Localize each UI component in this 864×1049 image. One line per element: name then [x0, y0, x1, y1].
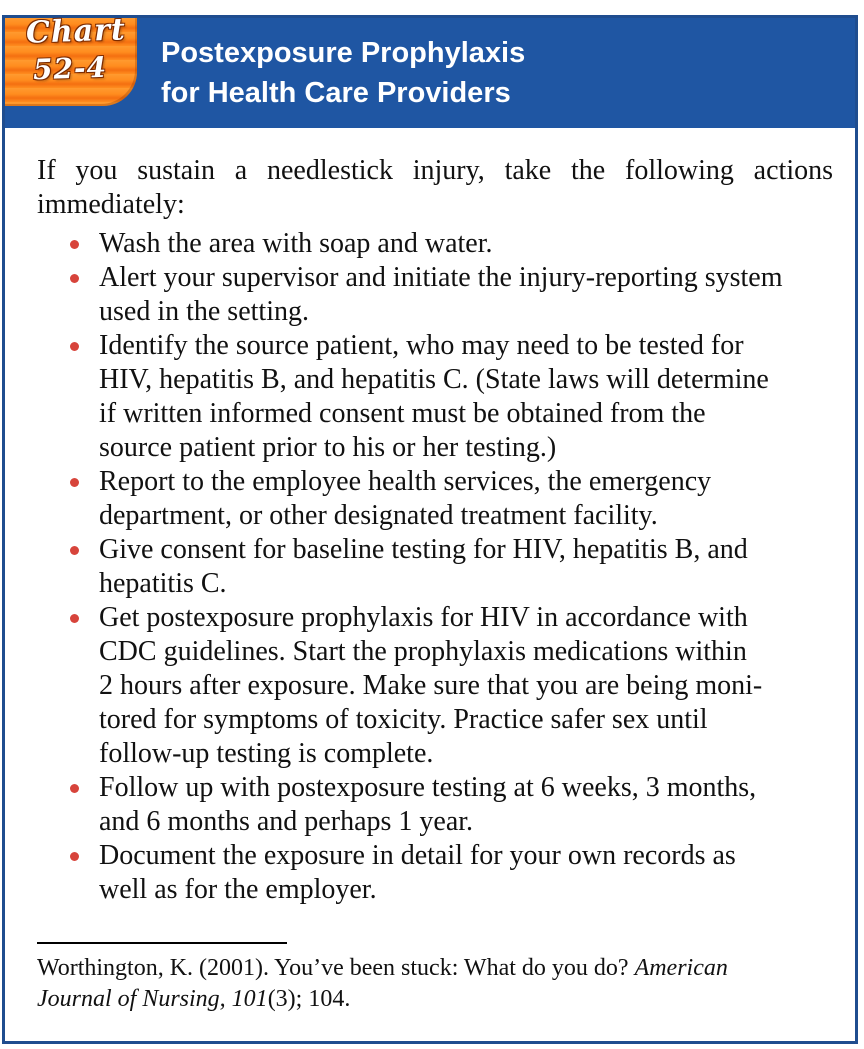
chart-tag-number: 52-4	[32, 50, 108, 87]
action-text: Get postexposure prophylaxis for HIV in …	[99, 602, 763, 769]
bullet-icon	[70, 852, 79, 861]
citation-journal-start: American	[634, 955, 728, 981]
chart-title-line-1: Postexposure Prophylaxis	[161, 37, 526, 69]
chart-content: If you sustain a needlestick injury, tak…	[37, 154, 833, 907]
citation-authors-title: Worthington, K. (2001). You’ve been stuc…	[37, 955, 635, 981]
action-item: Follow up with postexposure testing at 6…	[37, 771, 833, 839]
citation-line-1: Worthington, K. (2001). You’ve been stuc…	[37, 953, 833, 984]
bullet-icon	[70, 784, 79, 793]
bullet-icon	[70, 240, 79, 249]
citation-line-2: Journal of Nursing, 101(3); 104.	[37, 984, 833, 1015]
bullet-icon	[70, 342, 79, 351]
chart-box: Chart 52-4 Postexposure Prophylaxis for …	[2, 12, 858, 1044]
bullet-icon	[70, 614, 79, 623]
action-item: Wash the area with soap and water.	[37, 227, 833, 261]
citation: Worthington, K. (2001). You’ve been stuc…	[37, 953, 833, 1015]
action-item: Identify the source patient, who may nee…	[37, 329, 833, 465]
citation-journal-volume: Journal of Nursing, 101	[37, 986, 268, 1012]
action-item: Report to the employee health services, …	[37, 465, 833, 533]
action-list: Wash the area with soap and water. Alert…	[37, 227, 833, 907]
intro-text: If you sustain a needlestick injury, tak…	[37, 155, 833, 220]
citation-issue-page: (3); 104.	[267, 986, 351, 1012]
action-text: Document the exposure in detail for your…	[99, 840, 736, 905]
bullet-icon	[70, 274, 79, 283]
action-text: Wash the area with soap and water.	[99, 228, 493, 259]
bullet-icon	[70, 478, 79, 487]
action-item: Alert your supervisor and initiate the i…	[37, 261, 833, 329]
action-text: Follow up with postexposure testing at 6…	[99, 772, 757, 837]
action-item: Give consent for baseline testing for HI…	[37, 533, 833, 601]
chart-title-line-2: for Health Care Providers	[161, 77, 511, 109]
chart-tag: Chart 52-4	[5, 12, 137, 106]
action-text: Report to the employee health services, …	[99, 466, 712, 531]
action-text: Identify the source patient, who may nee…	[99, 330, 769, 463]
chart-header: Chart 52-4 Postexposure Prophylaxis for …	[5, 12, 855, 128]
reference-divider	[37, 942, 287, 944]
action-item: Document the exposure in detail for your…	[37, 839, 833, 907]
chart-tag-word: Chart	[25, 12, 127, 51]
bullet-icon	[70, 546, 79, 555]
action-item: Get postexposure prophylaxis for HIV in …	[37, 601, 833, 771]
action-text: Alert your supervisor and initiate the i…	[99, 262, 783, 327]
action-text: Give consent for baseline testing for HI…	[99, 534, 748, 599]
